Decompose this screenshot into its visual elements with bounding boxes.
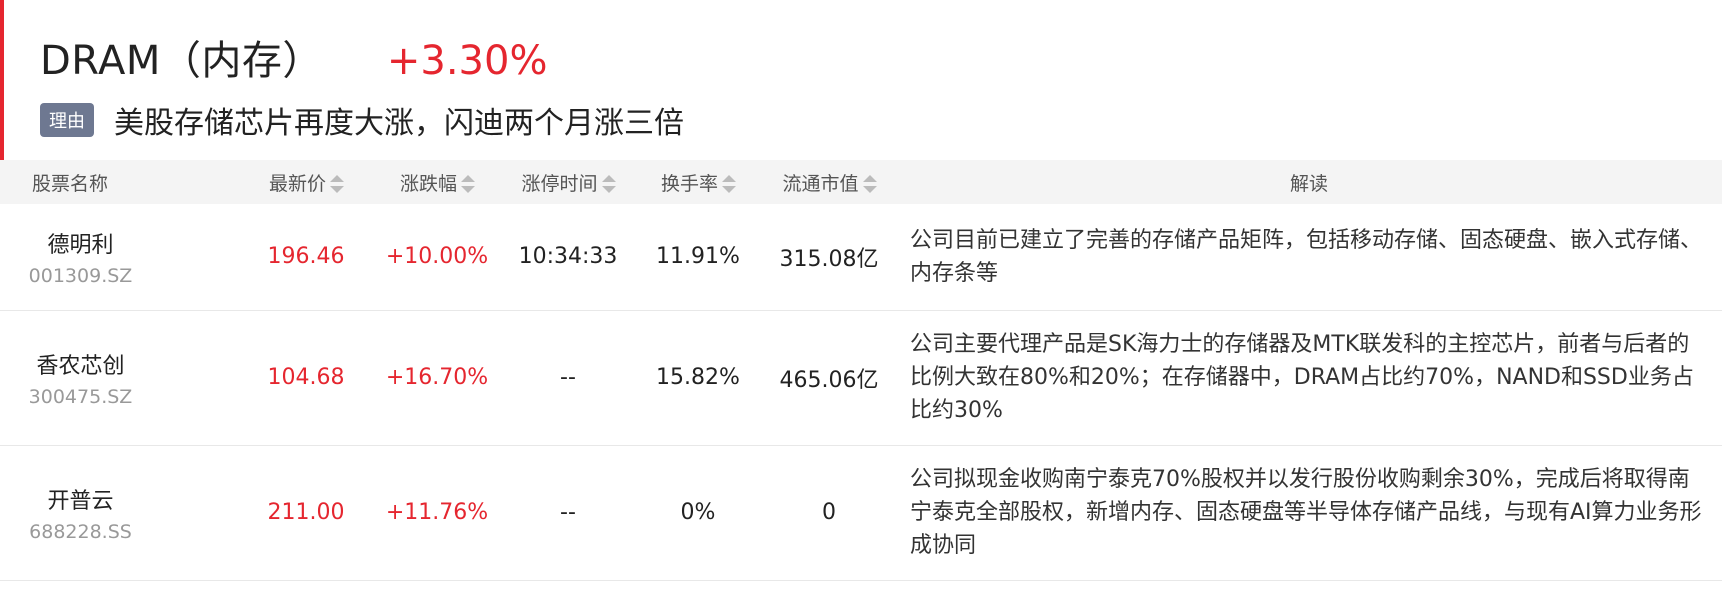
price-cell: 104.68 <box>267 365 345 390</box>
col-turnover-header[interactable]: 换手率 <box>634 160 762 204</box>
sort-icon[interactable] <box>601 174 616 194</box>
reason-row: 理由 美股存储芯片再度大涨，闪迪两个月涨三倍 <box>40 98 684 142</box>
turnover-cell: 15.82% <box>656 365 740 390</box>
table-header: 股票名称 最新价 涨跌幅 涨停时间 换手率 流通市值 解读 <box>0 160 1722 204</box>
analysis-cell: 公司目前已建立了完善的存储产品矩阵，包括移动存储、固态硬盘、嵌入式存储、内存条等 <box>910 227 1703 286</box>
sector-header: DRAM（内存） +3.30% 理由 美股存储芯片再度大涨，闪迪两个月涨三倍 <box>0 0 1722 160</box>
col-market-cap-header[interactable]: 流通市值 <box>762 160 896 204</box>
col-change-header[interactable]: 涨跌幅 <box>372 160 502 204</box>
reason-tag: 理由 <box>40 103 94 137</box>
market-cap-cell: 0 <box>822 500 836 525</box>
stock-name[interactable]: 香农芯创 <box>1 348 160 380</box>
limit-time-cell: -- <box>560 500 576 525</box>
sector-change: +3.30% <box>386 38 548 84</box>
col-analysis-header: 解读 <box>1289 172 1328 195</box>
stock-table: 股票名称 最新价 涨跌幅 涨停时间 换手率 流通市值 解读 德明利 001309… <box>0 160 1722 581</box>
stock-name-cell[interactable]: 德明利 001309.SZ <box>0 204 240 310</box>
sort-icon[interactable] <box>329 174 344 194</box>
sector-title: DRAM（内存） <box>40 38 323 84</box>
reason-text: 美股存储芯片再度大涨，闪迪两个月涨三倍 <box>114 106 684 141</box>
analysis-cell: 公司主要代理产品是SK海力士的存储器及MTK联发科的主控芯片，前者与后者的比例大… <box>910 332 1694 423</box>
analysis-cell: 公司拟现金收购南宁泰克70%股权并以发行股份收购剩余30%，完成后将取得南宁泰克… <box>910 467 1702 558</box>
limit-time-cell: -- <box>560 365 576 390</box>
table-row[interactable]: 开普云 688228.SS 211.00 +11.76% -- 0% 0 公司拟… <box>0 445 1722 580</box>
stock-name-cell[interactable]: 香农芯创 300475.SZ <box>0 310 240 445</box>
table-row[interactable]: 德明利 001309.SZ 196.46 +10.00% 10:34:33 11… <box>0 204 1722 310</box>
price-cell: 211.00 <box>267 500 345 525</box>
change-cell: +10.00% <box>385 244 489 270</box>
sort-icon[interactable] <box>862 174 877 194</box>
col-limit-time-header[interactable]: 涨停时间 <box>502 160 634 204</box>
sort-icon[interactable] <box>460 174 475 194</box>
col-name-header: 股票名称 <box>32 172 109 195</box>
stock-code: 688228.SS <box>29 520 132 543</box>
stock-code: 001309.SZ <box>28 264 133 287</box>
col-price-header[interactable]: 最新价 <box>240 160 372 204</box>
market-cap-cell: 315.08亿 <box>779 246 879 272</box>
price-cell: 196.46 <box>267 244 345 270</box>
turnover-cell: 11.91% <box>656 244 740 270</box>
limit-time-cell: 10:34:33 <box>518 244 618 270</box>
change-cell: +11.76% <box>385 500 489 525</box>
stock-name[interactable]: 德明利 <box>1 227 160 259</box>
sort-icon[interactable] <box>721 174 736 194</box>
stock-name-cell[interactable]: 开普云 688228.SS <box>0 445 240 580</box>
turnover-cell: 0% <box>680 500 716 525</box>
title-row: DRAM（内存） +3.30% <box>40 28 547 86</box>
market-cap-cell: 465.06亿 <box>779 367 879 393</box>
stock-name[interactable]: 开普云 <box>1 483 160 515</box>
change-cell: +16.70% <box>385 365 489 390</box>
stock-code: 300475.SZ <box>28 385 133 408</box>
table-row[interactable]: 香农芯创 300475.SZ 104.68 +16.70% -- 15.82% … <box>0 310 1722 445</box>
